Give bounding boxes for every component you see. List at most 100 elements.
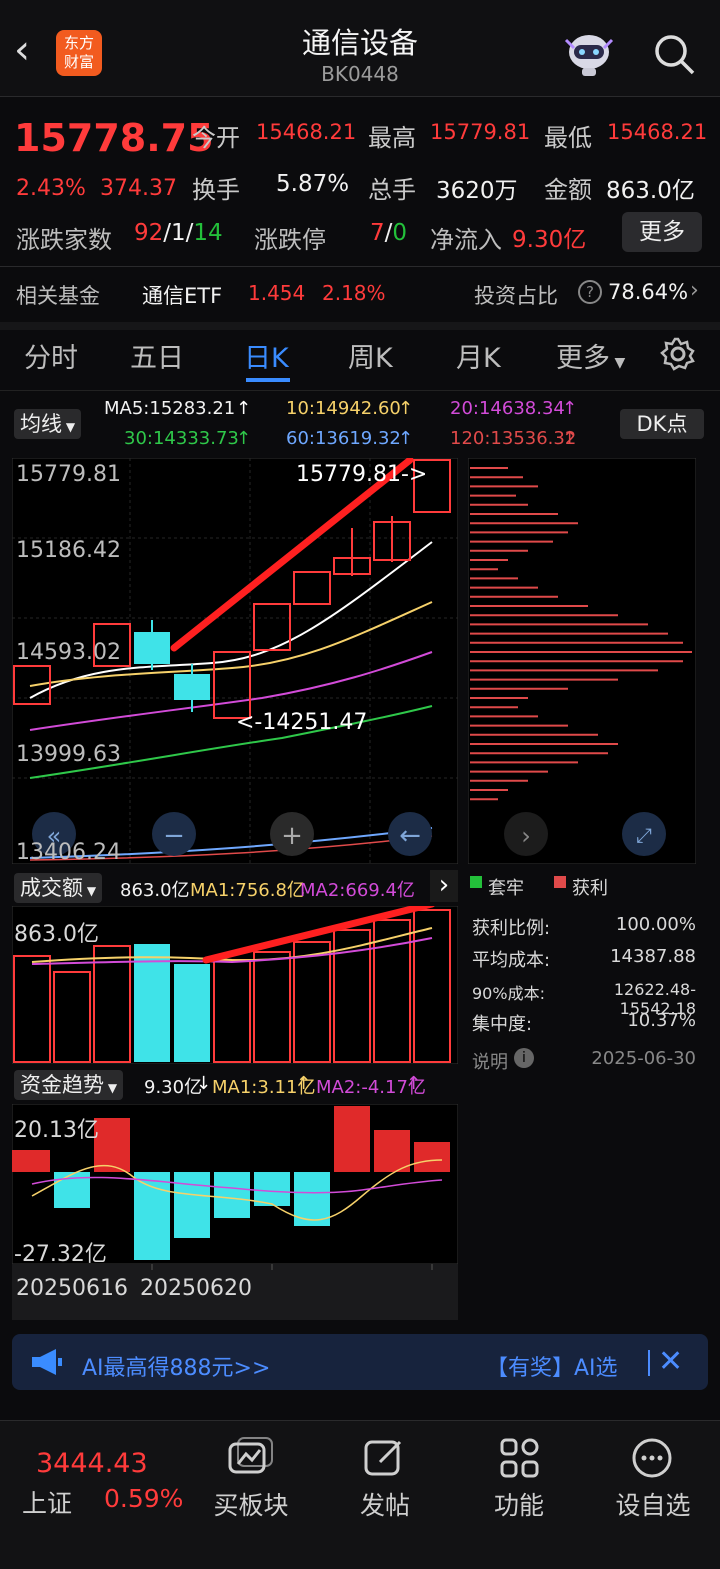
chevron-right-icon[interactable]: › [690, 278, 699, 303]
low-label: 最低 [544, 124, 592, 152]
high-label: 最高 [368, 124, 416, 152]
profit-ratio-value: 100.00% [615, 914, 696, 935]
cost90-label: 90%成本: [472, 984, 545, 1003]
search-icon[interactable] [652, 32, 696, 76]
ma-select-label: 均线 [20, 412, 62, 436]
profit-legend-swatch [554, 876, 566, 888]
y-axis-label: 13406.24 [16, 840, 121, 865]
fund-change: 2.18% [322, 281, 386, 305]
fund-trend-max-label: 20.13亿 [14, 1118, 99, 1143]
ma60-label: 60:13619.32 [286, 428, 401, 449]
divider [0, 96, 720, 97]
fund-bar [254, 1172, 290, 1206]
note-label[interactable]: 说明 [472, 1048, 508, 1074]
volume-current: 863.0亿 [120, 880, 190, 901]
nav-post[interactable]: 发帖 [330, 1486, 440, 1522]
svg-text:+: + [281, 821, 303, 851]
help-icon[interactable]: ? [578, 280, 602, 304]
divider [0, 266, 720, 267]
ma120-arrow: ↑ [562, 428, 578, 449]
open-label: 今开 [192, 124, 240, 152]
y-axis-label: 13999.63 [16, 742, 121, 767]
fund-trend-current: 9.30亿 [144, 1077, 203, 1098]
banner-right-text[interactable]: 【有奖】AI选 [486, 1350, 618, 1382]
functions-grid-icon[interactable] [498, 1436, 542, 1480]
more-dots-icon[interactable] [630, 1436, 674, 1480]
limit-up-count: 7 [370, 220, 385, 246]
banner-left-text[interactable]: AI最高得888元>> [82, 1350, 270, 1382]
turnover-label: 换手 [192, 176, 240, 204]
more-button[interactable]: 更多 [622, 212, 702, 252]
ma5-label: MA5:15283.21 [104, 398, 236, 419]
y-axis-label: 14593.02 [16, 640, 121, 665]
section-gap [0, 322, 720, 330]
tab-monthly-k[interactable]: 月K [456, 336, 501, 375]
y-axis-label: 15779.81 [16, 462, 121, 487]
index-change: 0.59% [104, 1484, 184, 1513]
fund-bar [174, 1172, 210, 1238]
tab-intraday[interactable]: 分时 [24, 336, 78, 375]
nav-buy-sector[interactable]: 买板块 [196, 1486, 306, 1522]
settings-gear-icon[interactable] [660, 336, 696, 372]
robot-assistant-icon[interactable] [560, 28, 618, 78]
tab-daily-k[interactable]: 日K [244, 336, 289, 375]
svg-text:›: › [521, 822, 531, 850]
ma120-label: 120:13536.32 [450, 428, 577, 449]
date-axis-label: 20250620 [140, 1276, 252, 1301]
turnover-value: 5.87% [276, 171, 350, 197]
chip-date: 2025-06-30 [591, 1048, 696, 1069]
fund-trend-select-label: 资金趋势 [20, 1073, 104, 1097]
ma10-label: 10:14942.60 [286, 398, 401, 419]
ma20-arrow: ↑ [562, 398, 578, 419]
tab-more-label: 更多 [556, 343, 610, 374]
flat-count: 1 [171, 220, 186, 246]
expand-panel-arrow-icon[interactable]: › [430, 870, 458, 902]
date-axis-label: 20250616 [16, 1276, 128, 1301]
close-icon[interactable]: ✕ [658, 1344, 683, 1379]
change-amount: 374.37 [100, 176, 177, 201]
candle [134, 632, 170, 664]
y-axis-label: 15186.42 [16, 538, 121, 563]
fund-name[interactable]: 通信ETF [142, 280, 222, 310]
current-price: 15778.75 [14, 116, 214, 160]
fund-bar [334, 1106, 370, 1172]
divider [0, 1420, 720, 1421]
index-value[interactable]: 3444.43 [36, 1448, 148, 1479]
fund-trend-select[interactable]: 资金趋势 ▼ [14, 1070, 124, 1100]
index-name[interactable]: 上证 [22, 1484, 72, 1520]
fund-label: 相关基金 [16, 284, 100, 308]
ma-select[interactable]: 均线 ▼ [14, 409, 82, 439]
down-count: 14 [193, 220, 223, 246]
ma10-arrow: ↑ [398, 398, 414, 419]
active-tab-indicator [246, 378, 290, 382]
profit-ratio-label: 获利比例: [472, 918, 551, 939]
volume-indicator-select[interactable]: 成交额 ▼ [14, 873, 103, 903]
post-edit-icon[interactable] [362, 1436, 406, 1480]
change-percent: 2.43% [16, 176, 86, 201]
info-icon[interactable]: i [514, 1048, 534, 1068]
trapped-legend: 套牢 [488, 878, 524, 899]
updown-label: 涨跌家数 [16, 226, 112, 254]
tab-weekly-k[interactable]: 周K [348, 336, 393, 375]
volume-bar [174, 964, 210, 1062]
avg-cost-value: 14387.88 [610, 946, 696, 967]
buy-sector-icon[interactable] [226, 1436, 276, 1480]
high-value: 15779.81 [430, 120, 531, 144]
volume-value: 3620万 [436, 178, 518, 204]
inflow-value: 9.30亿 [512, 227, 587, 253]
low-marker: <-14251.47 [236, 710, 368, 735]
tab-more[interactable]: 更多 ▼ [556, 336, 625, 375]
limit-counts: 7/0 [370, 220, 408, 246]
banner-divider [648, 1350, 650, 1376]
candle [174, 674, 210, 700]
amount-value: 863.0亿 [606, 178, 695, 204]
dk-point-button[interactable]: DK点 [620, 409, 704, 439]
volume-label: 总手 [368, 176, 416, 204]
megaphone-icon [32, 1349, 62, 1375]
volume-ma2: MA2:669.4亿 [300, 880, 415, 901]
tab-five-day[interactable]: 五日 [130, 336, 184, 375]
fund-price: 1.454 [248, 281, 306, 305]
nav-set-watchlist[interactable]: 设自选 [598, 1486, 708, 1522]
limit-label: 涨跌停 [254, 226, 326, 254]
nav-functions[interactable]: 功能 [464, 1486, 574, 1522]
